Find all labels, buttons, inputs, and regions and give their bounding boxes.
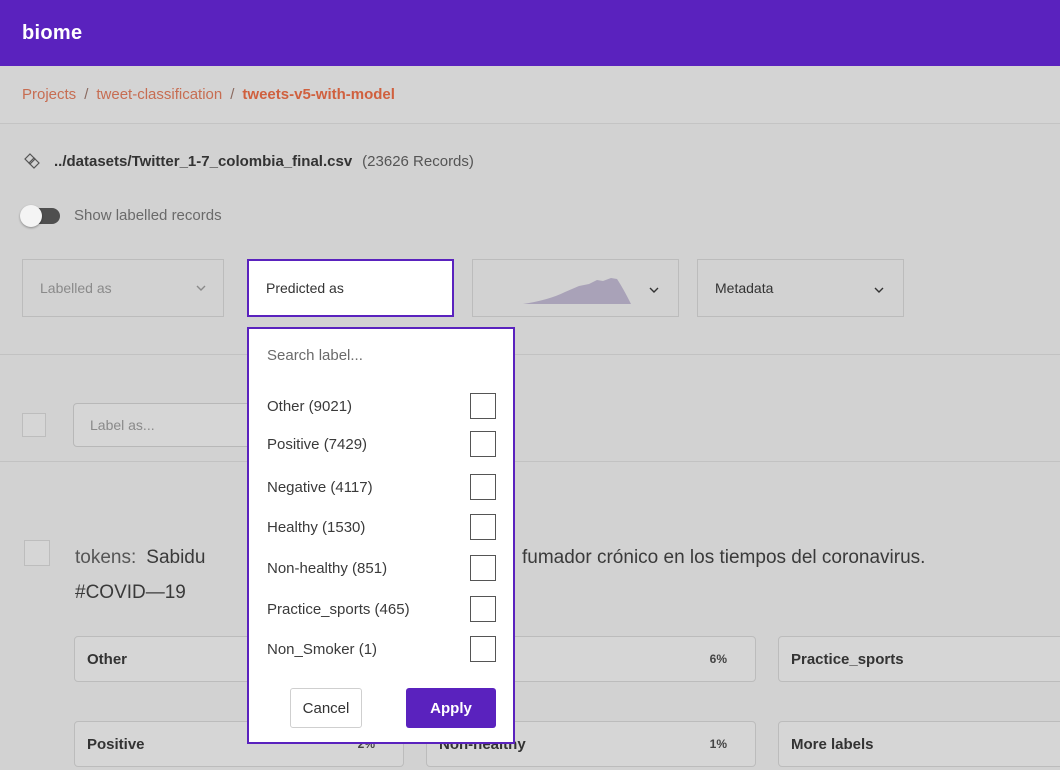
label-as-placeholder: Label as...	[90, 417, 155, 433]
cancel-button[interactable]: Cancel	[290, 688, 362, 728]
divider	[0, 354, 1060, 355]
label-as-input[interactable]: Label as...	[73, 403, 263, 447]
filter-labelled-as-label: Labelled as	[40, 280, 112, 296]
option-other[interactable]: Other (9021)	[267, 393, 499, 419]
option-checkbox[interactable]	[470, 636, 496, 662]
show-labelled-label: Show labelled records	[74, 207, 222, 224]
chevron-down-icon	[196, 285, 206, 291]
breadcrumb-separator: /	[230, 86, 235, 103]
filter-labelled-as[interactable]: Labelled as	[22, 259, 224, 317]
option-label: Healthy (1530)	[267, 518, 366, 536]
option-checkbox[interactable]	[470, 474, 496, 500]
show-labelled-toggle-row: Show labelled records	[20, 204, 222, 227]
option-label: Non-healthy (851)	[267, 559, 388, 577]
dataset-info: ../datasets/Twitter_1-7_colombia_final.c…	[24, 152, 474, 170]
filter-confidence[interactable]	[472, 259, 679, 317]
record-checkbox[interactable]	[24, 540, 50, 566]
filter-predicted-as-label: Predicted as	[266, 280, 344, 296]
option-non-healthy[interactable]: Non-healthy (851)	[267, 555, 499, 581]
dataset-record-count: (23626 Records)	[362, 152, 474, 170]
dataset-name: ../datasets/Twitter_1-7_colombia_final.c…	[54, 152, 353, 170]
option-checkbox[interactable]	[470, 431, 496, 457]
show-labelled-toggle[interactable]	[20, 204, 60, 227]
option-non-smoker[interactable]: Non_Smoker (1)	[267, 636, 499, 662]
breadcrumb-project[interactable]: tweet-classification	[96, 86, 222, 103]
option-label: Practice_sports (465)	[267, 600, 410, 618]
layers-diamond-icon	[24, 153, 40, 169]
apply-button[interactable]: Apply	[406, 688, 496, 728]
predicted-as-dropdown: Search label... Other (9021) Positive (7…	[247, 327, 515, 744]
option-label: Positive (7429)	[267, 435, 368, 453]
record-text-end: fumador crónico en los tiempos del coron…	[522, 547, 926, 568]
option-label: Non_Smoker (1)	[267, 640, 378, 658]
toggle-knob	[20, 204, 42, 227]
option-positive[interactable]: Positive (7429)	[267, 431, 499, 457]
breadcrumb-current: tweets-v5-with-model	[242, 86, 395, 103]
record-text: tokens: Sabidu fumador crónico en los tie…	[75, 540, 1060, 610]
more-labels-button[interactable]: More labels	[778, 721, 1060, 767]
breadcrumb-projects[interactable]: Projects	[22, 86, 76, 103]
prediction-label: More labels	[791, 735, 874, 753]
option-label: Negative (4117)	[267, 478, 373, 496]
record-text-line2: #COVID—19	[75, 582, 186, 603]
option-negative[interactable]: Negative (4117)	[267, 474, 499, 500]
filter-metadata[interactable]: Metadata	[697, 259, 904, 317]
option-checkbox[interactable]	[470, 596, 496, 622]
record-field-name: tokens:	[75, 547, 137, 568]
prediction-percent: 6%	[709, 652, 727, 666]
chevron-down-icon	[649, 287, 659, 293]
divider	[0, 461, 1060, 462]
prediction-label: Practice_sports	[791, 650, 904, 668]
distribution-chart-icon	[523, 278, 631, 304]
filter-predicted-as[interactable]: Predicted as	[247, 259, 454, 317]
search-label-input[interactable]: Search label...	[267, 347, 363, 364]
option-checkbox[interactable]	[470, 514, 496, 540]
prediction-label: Other	[87, 650, 128, 668]
prediction-card-practice-sports[interactable]: Practice_sports 5	[778, 636, 1060, 682]
select-all-checkbox[interactable]	[22, 413, 46, 437]
breadcrumb-separator: /	[84, 86, 89, 103]
prediction-percent: 1%	[709, 737, 727, 751]
brand-logo[interactable]: biome	[22, 22, 82, 45]
option-checkbox[interactable]	[470, 555, 496, 581]
option-checkbox[interactable]	[470, 393, 496, 419]
breadcrumb: Projects / tweet-classification / tweets…	[0, 66, 1060, 124]
chevron-down-icon	[874, 287, 884, 293]
option-practice-sports[interactable]: Practice_sports (465)	[267, 596, 499, 622]
option-healthy[interactable]: Healthy (1530)	[267, 514, 499, 540]
top-bar: biome	[0, 0, 1060, 66]
prediction-label: Positive	[87, 735, 145, 753]
filter-metadata-label: Metadata	[715, 280, 774, 296]
option-label: Other (9021)	[267, 397, 353, 415]
record-text-start: Sabidu	[146, 547, 206, 568]
